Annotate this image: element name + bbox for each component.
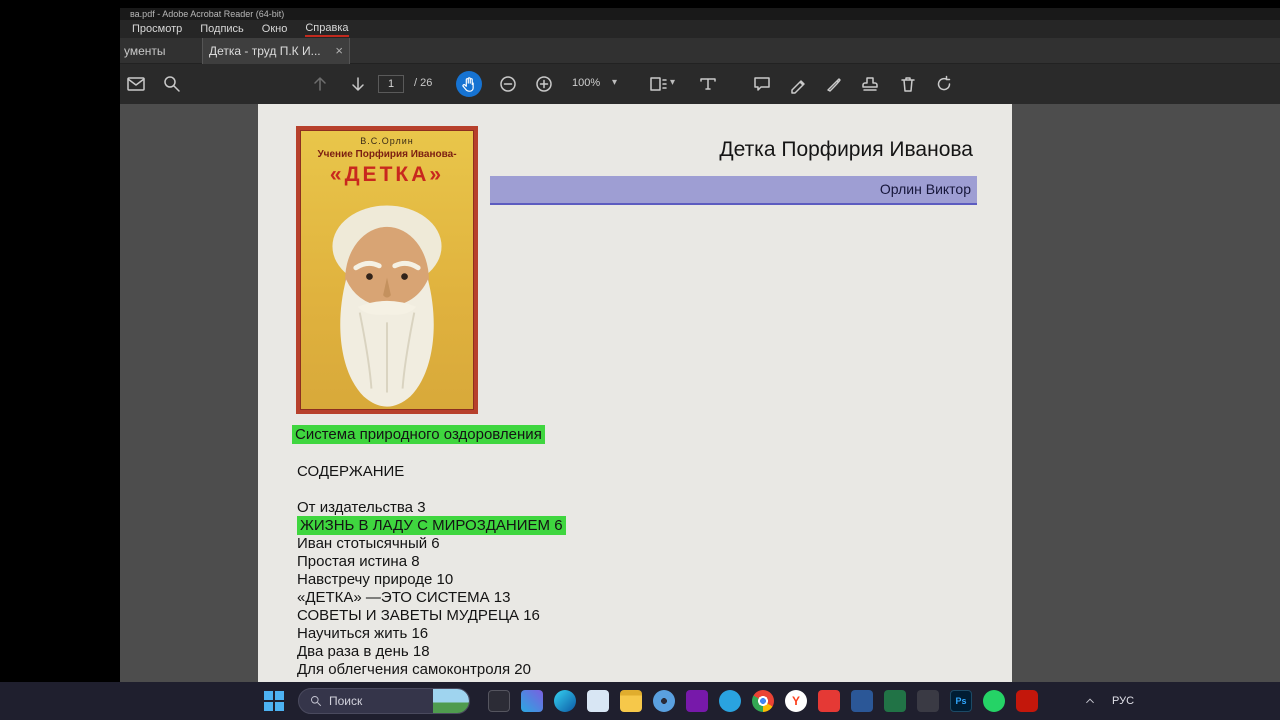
taskbar-icon-mail[interactable] [587,690,609,712]
page-fit-caret-icon[interactable]: ▾ [670,77,675,88]
toc-item: Два раза в день 18 [297,643,566,661]
zoom-out-icon[interactable] [498,74,518,94]
delete-icon[interactable] [898,74,918,94]
toc-item-text: СОВЕТЫ И ЗАВЕТЫ МУДРЕЦА 16 [297,607,540,624]
taskbar-icon-chrome[interactable] [752,690,774,712]
system-tray: РУС [1084,682,1134,720]
rotate-icon[interactable] [934,74,954,94]
zoom-in-icon[interactable] [534,74,554,94]
taskbar-icon-onenote[interactable] [686,690,708,712]
taskbar-icon-edge[interactable] [554,690,576,712]
search-magnifier-icon[interactable] [162,74,182,94]
toc-item-text: Для облегчения самоконтроля 20 [297,661,531,678]
cover-title: «ДЕТКА» [329,163,445,186]
cover-series: Учение Порфирия Иванова- [317,149,457,160]
taskbar-search-label: Поиск [329,694,363,708]
document-heading: Детка Порфирия Иванова [719,138,973,161]
toc-item-text: Два раза в день 18 [297,643,430,660]
hand-tool-button[interactable] [456,71,482,97]
toc-item: ЖИЗНЬ В ЛАДУ С МИРОЗДАНИЕМ 6 [297,516,566,535]
taskbar-icon-yandex[interactable]: Y [785,690,807,712]
toc-item-text: ЖИЗНЬ В ЛАДУ С МИРОЗДАНИЕМ 6 [297,516,566,535]
taskbar-search-icon [311,696,322,707]
toc-item: «ДЕТКА» —ЭТО СИСТЕМА 13 [297,589,566,607]
pdf-page: В.С.Орлин Учение Порфирия Иванова- «ДЕТК… [258,104,1012,682]
toc-item-text: «ДЕТКА» —ЭТО СИСТЕМА 13 [297,589,511,606]
next-page-icon[interactable] [348,74,368,94]
email-icon[interactable] [126,74,146,94]
page-number-input[interactable]: 1 [378,75,404,93]
taskbar-search[interactable]: Поиск [298,688,470,714]
menu-bar: Просмотр Подпись Окно Справка [120,20,1280,38]
taskbar-icons: Y Ps [488,690,1038,712]
book-cover: В.С.Орлин Учение Порфирия Иванова- «ДЕТК… [296,126,478,414]
menu-sign[interactable]: Подпись [200,23,244,35]
highlighted-subtitle: Система природного оздоровления [292,425,545,444]
page-count-label: / 26 [414,77,433,89]
screen: ва.pdf - Adobe Acrobat Reader (64-bit) П… [0,0,1280,720]
tab-documents[interactable]: ументы [120,38,190,64]
contents-heading: СОДЕРЖАНИЕ [297,463,405,480]
tab-active-label: Детка - труд П.К И... [209,44,321,58]
taskbar-icon-settings[interactable] [653,690,675,712]
toc-item: Для облегчения самоконтроля 20 [297,661,566,679]
taskbar-icon-taskview[interactable] [488,690,510,712]
toc-item: Простая истина 8 [297,553,566,571]
taskbar-icon-acrobat[interactable] [1016,690,1038,712]
document-viewport[interactable]: В.С.Орлин Учение Порфирия Иванова- «ДЕТК… [120,104,1280,682]
toc-item-text: Навстречу природе 10 [297,571,454,588]
taskbar-icon-telegram[interactable] [719,690,741,712]
search-weather-thumbnail[interactable] [433,689,469,713]
taskbar-icon-whatsapp[interactable] [983,690,1005,712]
zoom-level-value[interactable]: 100% [572,77,600,89]
cover-portrait [332,205,442,407]
toc-item: Научиться жить 16 [297,625,566,643]
zoom-dropdown-caret-icon[interactable]: ▾ [612,77,617,88]
taskbar-icon-excel[interactable] [884,690,906,712]
tab-active-document[interactable]: Детка - труд П.К И... × [202,38,350,64]
author-highlight-bar: Орлин Виктор [490,176,977,205]
tray-chevron-up-icon[interactable] [1084,695,1096,707]
toc-item-text: Простая истина 8 [297,553,420,570]
toc-item-text: Иван стотысячный 6 [297,535,440,552]
toc-item: СОВЕТЫ И ЗАВЕТЫ МУДРЕЦА 16 [297,607,566,625]
menu-help[interactable]: Справка [305,22,349,37]
language-indicator[interactable]: РУС [1112,695,1134,707]
toc-item: Иван стотысячный 6 [297,535,566,553]
taskbar-icon-darkapp[interactable] [917,690,939,712]
menu-window[interactable]: Окно [262,23,288,35]
toc-item: От издательства 3 [297,499,566,517]
highlighter-icon[interactable] [788,74,808,94]
toc-item-text: Научиться жить 16 [297,625,429,642]
toolbar: 1 / 26 100% ▾ ▾ [120,64,1280,104]
tab-close-icon[interactable]: × [335,38,343,64]
window-title: ва.pdf - Adobe Acrobat Reader (64-bit) [130,9,285,19]
start-button[interactable] [264,691,284,711]
subtitle-row: Система природного оздоровления [292,425,545,444]
author-name: Орлин Виктор [879,181,971,197]
toc-item-text: От издательства 3 [297,499,426,516]
toc-item: Навстречу природе 10 [297,571,566,589]
taskbar-icon-photoshop[interactable]: Ps [950,690,972,712]
comment-icon[interactable] [752,74,772,94]
taskbar-icon-redapp[interactable] [818,690,840,712]
window-titlebar: ва.pdf - Adobe Acrobat Reader (64-bit) [120,8,1280,20]
taskbar: Поиск Y Ps РУС [0,682,1280,720]
tab-bar: ументы Детка - труд П.К И... × [120,38,1280,64]
taskbar-icon-word[interactable] [851,690,873,712]
page-fit-icon[interactable] [648,74,668,94]
previous-page-icon[interactable] [310,74,330,94]
cover-author: В.С.Орлин [360,136,414,146]
taskbar-icon-photos[interactable] [521,690,543,712]
taskbar-icon-folder[interactable] [620,690,642,712]
tab-documents-label: ументы [124,44,166,58]
hand-icon [462,77,474,92]
stamp-icon[interactable] [860,74,880,94]
fill-sign-icon[interactable] [824,74,844,94]
reading-width-icon[interactable] [698,74,718,94]
toc-list: От издательства 3 ЖИЗНЬ В ЛАДУ С МИРОЗДАН… [297,499,566,679]
menu-view[interactable]: Просмотр [132,23,182,35]
